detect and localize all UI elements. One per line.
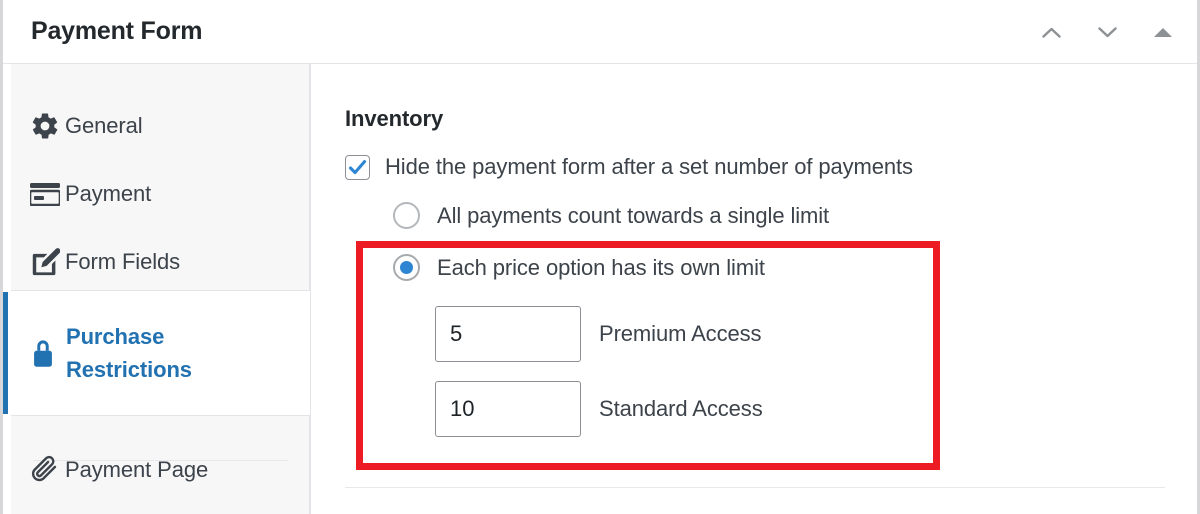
sidebar-item-payment-page[interactable]: Payment Page: [25, 446, 208, 494]
sidebar-item-form-fields[interactable]: Form Fields: [25, 238, 180, 286]
hide-form-checkbox-row[interactable]: Hide the payment form after a set number…: [345, 154, 913, 180]
sidebar-item-label: Purchase Restrictions: [66, 320, 192, 386]
sidebar-item-general[interactable]: General: [25, 102, 143, 150]
checkmark-icon: [348, 159, 367, 174]
hide-form-checkbox[interactable]: [345, 154, 370, 180]
settings-content: Inventory Hide the payment form after a …: [310, 64, 1197, 514]
limit-row-premium: Premium Access: [435, 306, 762, 362]
radio-own-limit-label: Each price option has its own limit: [437, 254, 765, 280]
content-divider: [345, 487, 1165, 488]
gear-icon: [25, 111, 65, 141]
lock-icon: [8, 337, 66, 369]
hide-form-checkbox-label: Hide the payment form after a set number…: [385, 154, 913, 179]
panel-header: Payment Form: [3, 0, 1197, 64]
sidebar-item-label: Form Fields: [65, 249, 181, 274]
sidebar-item-label: Payment Page: [65, 457, 209, 482]
sidebar-item-label: General: [65, 113, 143, 138]
sidebar-item-label: Payment: [65, 181, 152, 206]
settings-sidebar: General Payment Form Fields Purchase Res…: [3, 64, 310, 514]
panel-body: General Payment Form Fields Purchase Res…: [3, 64, 1197, 514]
paperclip-icon: [25, 455, 65, 485]
collapse-button[interactable]: [1143, 12, 1183, 52]
radio-single-limit[interactable]: [393, 202, 420, 229]
pencil-square-icon: [25, 247, 65, 277]
radio-row-own-limit[interactable]: Each price option has its own limit: [393, 254, 765, 281]
triangle-up-icon: [1154, 27, 1172, 37]
chevron-up-icon: [1041, 27, 1061, 38]
sidebar-item-payment[interactable]: Payment: [25, 170, 151, 218]
payment-form-settings-panel: Payment Form General Payment Form Fields…: [0, 0, 1200, 514]
move-up-button[interactable]: [1031, 12, 1071, 52]
section-title: Inventory: [345, 106, 444, 131]
limit-input-premium[interactable]: [435, 306, 581, 362]
limit-label-standard: Standard Access: [599, 396, 763, 421]
move-down-button[interactable]: [1087, 12, 1127, 52]
radio-single-limit-label: All payments count towards a single limi…: [437, 202, 830, 228]
header-controls: [1031, 0, 1183, 64]
sidebar-item-label-line1: Purchase: [66, 324, 165, 349]
limit-input-standard[interactable]: [435, 381, 581, 437]
page-title: Payment Form: [31, 17, 203, 45]
sidebar-item-purchase-restrictions[interactable]: Purchase Restrictions: [3, 292, 310, 414]
sidebar-item-label-line2: Restrictions: [66, 357, 192, 382]
limit-label-premium: Premium Access: [599, 321, 762, 346]
radio-row-single-limit[interactable]: All payments count towards a single limi…: [393, 202, 829, 229]
radio-own-limit[interactable]: [393, 254, 420, 281]
limit-row-standard: Standard Access: [435, 381, 763, 437]
chevron-down-icon: [1097, 26, 1117, 38]
credit-card-icon: [25, 182, 65, 206]
